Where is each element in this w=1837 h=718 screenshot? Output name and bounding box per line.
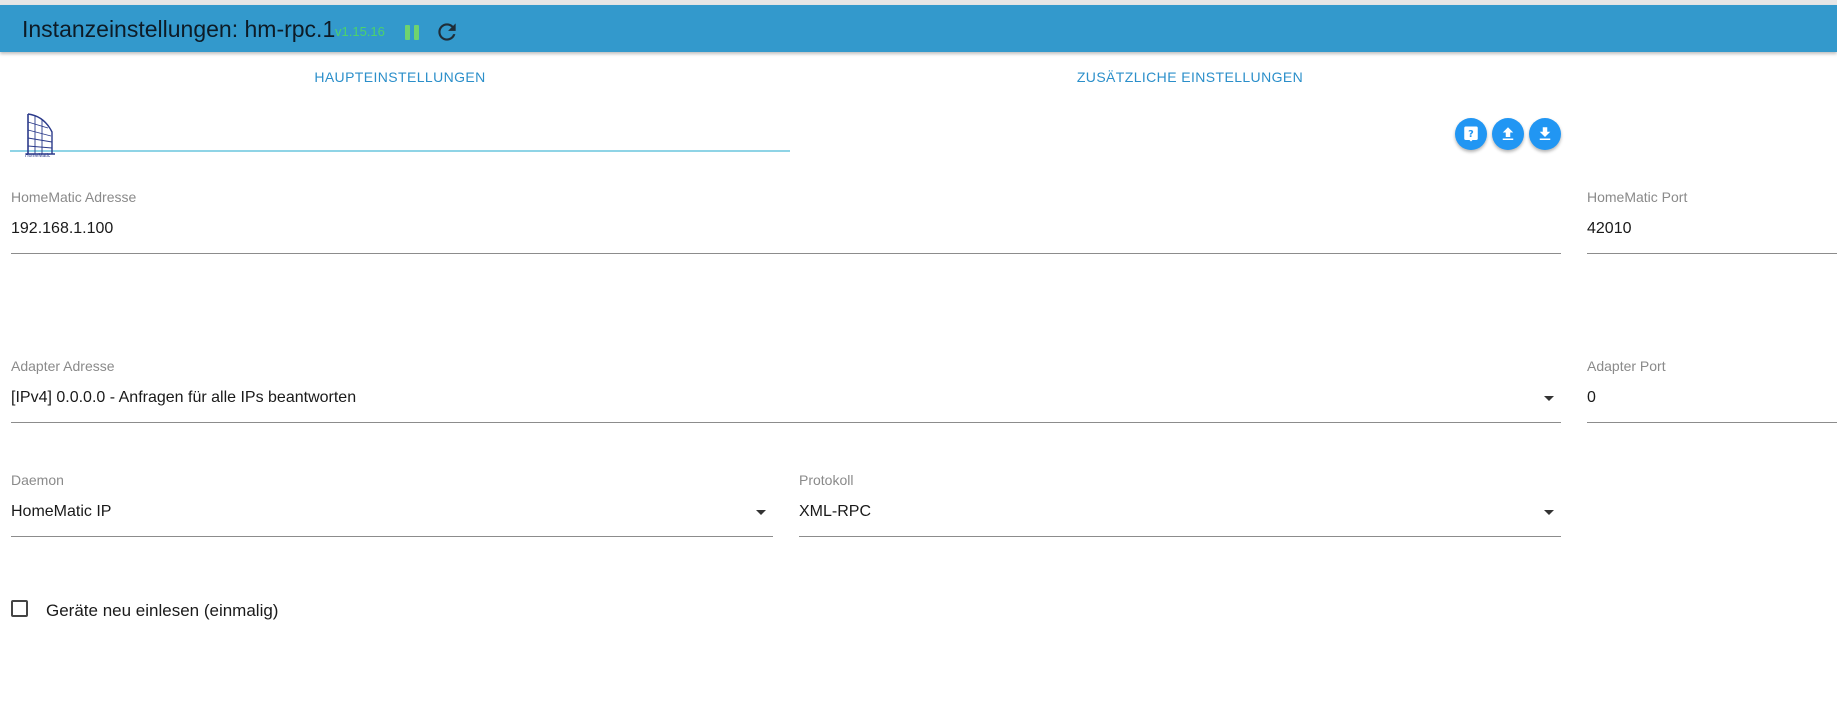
logo-caption: HomeMatic: [25, 153, 51, 159]
settings-tabs: HAUPTEINSTELLUNGEN ZUSÄTZLICHE EINSTELLU…: [10, 52, 1570, 152]
protocol-underline: [799, 536, 1561, 537]
upload-icon: [1502, 127, 1514, 140]
homematic-address-input[interactable]: 192.168.1.100: [11, 220, 113, 238]
reload-icon[interactable]: [434, 19, 460, 45]
adapter-port-underline: [1587, 422, 1837, 423]
protocol-select[interactable]: XML-RPC: [799, 503, 871, 521]
adapter-address-underline: [11, 422, 1561, 423]
homematic-port-input[interactable]: 42010: [1587, 220, 1632, 238]
homematic-port-label: HomeMatic Port: [1587, 189, 1688, 205]
protocol-label: Protokoll: [799, 472, 854, 488]
tab-active-indicator: [10, 150, 790, 152]
reread-devices-checkbox[interactable]: [11, 600, 28, 617]
daemon-dropdown-icon[interactable]: [756, 510, 766, 515]
protocol-dropdown-icon[interactable]: [1544, 510, 1554, 515]
help-button[interactable]: ?: [1455, 118, 1487, 150]
download-icon: [1539, 127, 1551, 140]
homematic-address-underline: [11, 253, 1561, 254]
pause-icon[interactable]: [403, 22, 421, 42]
adapter-address-select[interactable]: [IPv4] 0.0.0.0 - Anfragen für alle IPs b…: [11, 389, 356, 407]
adapter-address-dropdown-icon[interactable]: [1544, 396, 1554, 401]
homematic-address-label: HomeMatic Adresse: [11, 189, 137, 205]
daemon-underline: [11, 536, 773, 537]
app-header: Instanzeinstellungen: hm-rpc.1 v1.15.16: [0, 5, 1837, 52]
homematic-port-underline: [1587, 253, 1837, 254]
homematic-logo: HomeMatic: [22, 110, 62, 160]
download-button[interactable]: [1529, 118, 1561, 150]
reread-devices-label: Geräte neu einlesen (einmalig): [46, 601, 279, 620]
svg-text:?: ?: [1468, 129, 1474, 140]
version-label: v1.15.16: [335, 24, 385, 39]
upload-button[interactable]: [1492, 118, 1524, 150]
daemon-select[interactable]: HomeMatic IP: [11, 503, 111, 521]
tab-additional-settings[interactable]: ZUSÄTZLICHE EINSTELLUNGEN: [800, 52, 1580, 101]
adapter-port-input[interactable]: 0: [1587, 389, 1596, 407]
page-title: Instanzeinstellungen: hm-rpc.1: [22, 16, 336, 42]
tab-main-settings[interactable]: HAUPTEINSTELLUNGEN: [10, 52, 790, 101]
adapter-port-label: Adapter Port: [1587, 358, 1666, 374]
daemon-label: Daemon: [11, 472, 64, 488]
adapter-address-label: Adapter Adresse: [11, 358, 115, 374]
help-icon: ?: [1464, 126, 1478, 142]
